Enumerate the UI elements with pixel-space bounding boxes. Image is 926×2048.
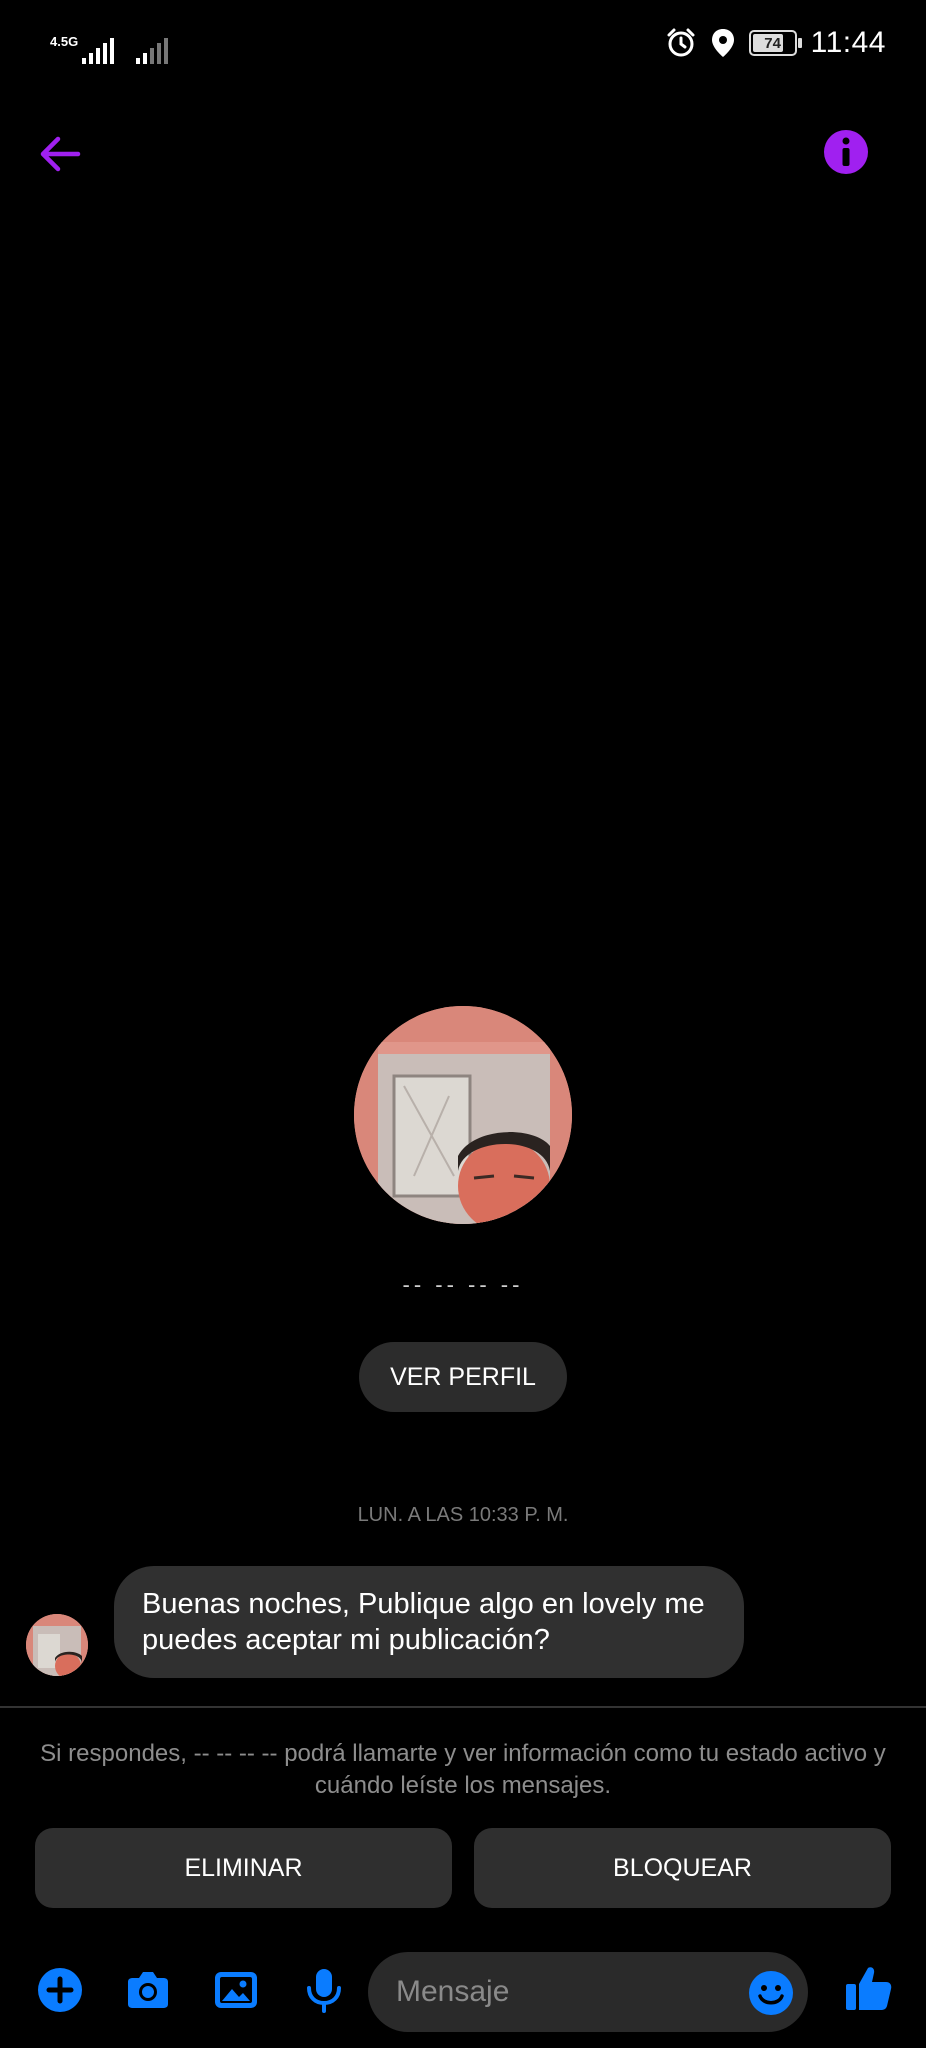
delete-button[interactable]: ELIMINAR <box>35 1828 452 1908</box>
sim1-signal: 4.5G <box>50 34 115 64</box>
block-button[interactable]: BLOQUEAR <box>474 1828 891 1908</box>
request-actions: ELIMINAR BLOQUEAR <box>35 1828 891 1908</box>
network-type-label: 4.5G <box>50 34 79 49</box>
gallery-icon[interactable] <box>212 1966 260 2014</box>
clock: 11:44 <box>810 26 886 59</box>
alarm-icon <box>667 28 695 57</box>
message-request-notice: Si respondes, -- -- -- -- podrá llamarte… <box>40 1740 886 1799</box>
received-message-bubble[interactable]: Buenas noches, Publique algo en lovely m… <box>114 1566 744 1678</box>
camera-icon[interactable] <box>124 1966 172 2014</box>
message-composer <box>0 1948 926 2036</box>
profile-name: -- -- -- -- <box>402 1272 524 1297</box>
view-profile-button[interactable]: VER PERFIL <box>359 1342 567 1412</box>
signal-indicators: 4.5G <box>50 28 169 64</box>
location-icon <box>711 29 734 57</box>
divider <box>0 1706 926 1708</box>
arrow-left-icon[interactable] <box>34 128 86 180</box>
battery-icon: 74 <box>748 30 802 56</box>
status-right: 74 11:44 <box>665 26 886 60</box>
profile-avatar[interactable] <box>354 1006 572 1224</box>
emoji-icon[interactable] <box>748 1970 794 2016</box>
thumbs-up-icon[interactable] <box>844 1964 894 2014</box>
battery-level: 74 <box>764 34 781 52</box>
info-icon[interactable] <box>822 128 870 176</box>
message-input[interactable] <box>394 1974 718 2010</box>
signal-bars-icon <box>82 38 115 64</box>
sim2-signal-bars-icon <box>136 38 169 64</box>
message-text: Buenas noches, Publique algo en lovely m… <box>142 1588 705 1656</box>
plus-circle-icon[interactable] <box>36 1966 84 2014</box>
microphone-icon[interactable] <box>300 1966 348 2014</box>
sender-avatar[interactable] <box>26 1614 88 1676</box>
status-bar: 4.5G 74 11:44 <box>0 0 926 92</box>
message-timestamp: LUN. A LAS 10:33 P. M. <box>357 1504 569 1526</box>
message-input-container <box>368 1952 808 2032</box>
